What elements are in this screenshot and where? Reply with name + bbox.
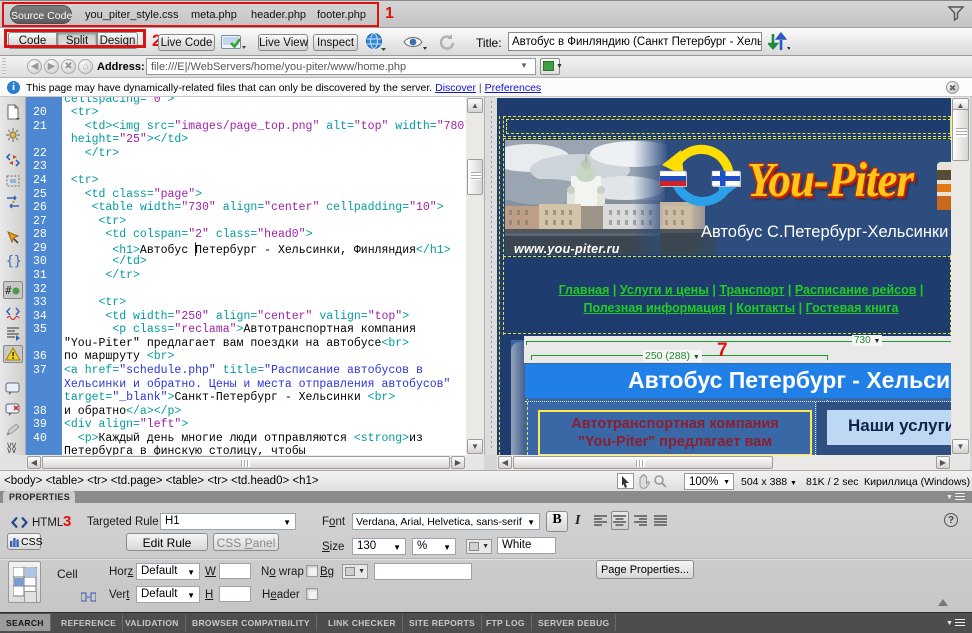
svg-text:#: # [5, 284, 12, 297]
svg-text:{}: {} [6, 254, 21, 268]
